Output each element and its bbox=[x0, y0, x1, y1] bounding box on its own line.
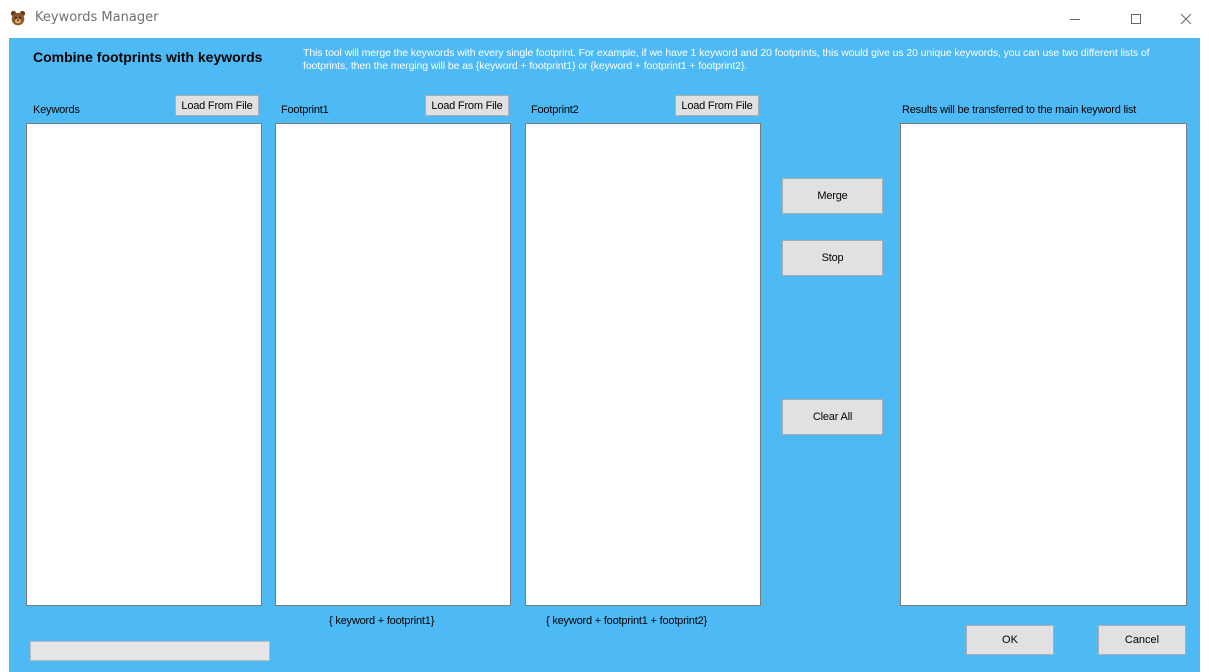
footprint2-formula: { keyword + footprint1 + footprint2} bbox=[546, 615, 707, 627]
title-bar[interactable]: Keywords Manager bbox=[0, 0, 1209, 38]
tool-description: This tool will merge the keywords with e… bbox=[303, 47, 1150, 72]
maximize-icon bbox=[1131, 14, 1141, 24]
minimize-button[interactable] bbox=[1053, 4, 1097, 34]
ok-button[interactable]: OK bbox=[966, 625, 1054, 655]
merge-button[interactable]: Merge bbox=[782, 178, 883, 214]
footprint1-load-button[interactable]: Load From File bbox=[425, 95, 509, 116]
results-listbox[interactable] bbox=[900, 123, 1187, 606]
clear-all-button[interactable]: Clear All bbox=[782, 399, 883, 435]
window-title: Keywords Manager bbox=[35, 10, 159, 25]
page-title: Combine footprints with keywords bbox=[33, 49, 263, 65]
keywords-listbox[interactable] bbox=[26, 123, 262, 606]
footprint1-formula: { keyword + footprint1} bbox=[329, 615, 435, 627]
maximize-button[interactable] bbox=[1114, 4, 1158, 34]
footprint1-listbox[interactable] bbox=[275, 123, 511, 606]
footprint2-listbox[interactable] bbox=[525, 123, 761, 606]
keywords-load-button[interactable]: Load From File bbox=[175, 95, 259, 116]
keywords-manager-window: Keywords Manager Combine footprints with… bbox=[0, 0, 1209, 672]
cancel-button[interactable]: Cancel bbox=[1098, 625, 1186, 655]
footprint1-label: Footprint1 bbox=[281, 104, 329, 116]
footprint2-load-button[interactable]: Load From File bbox=[675, 95, 759, 116]
results-label: Results will be transferred to the main … bbox=[902, 104, 1137, 116]
progress-bar bbox=[30, 641, 270, 661]
client-area: Combine footprints with keywords This to… bbox=[9, 38, 1200, 672]
close-icon bbox=[1180, 13, 1192, 25]
stop-button[interactable]: Stop bbox=[782, 240, 883, 276]
close-button[interactable] bbox=[1164, 4, 1208, 34]
keywords-label: Keywords bbox=[33, 104, 80, 116]
minimize-icon bbox=[1070, 19, 1080, 20]
footprint2-label: Footprint2 bbox=[531, 104, 579, 116]
bear-icon bbox=[10, 10, 26, 26]
